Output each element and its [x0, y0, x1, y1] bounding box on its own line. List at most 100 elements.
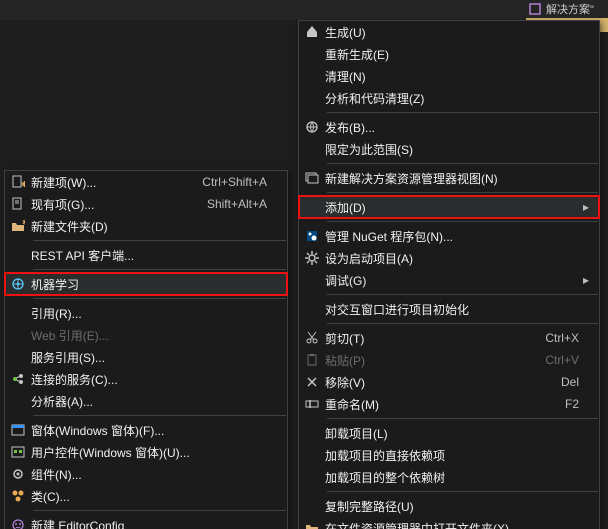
menu-item-label: 设为启动项目(A) — [325, 250, 579, 267]
menu-item-shortcut: Ctrl+Shift+A — [190, 175, 267, 189]
menu-item-label: Web 引用(E)... — [31, 327, 267, 344]
menu-item-label: 引用(R)... — [31, 305, 267, 322]
add-menu-item-10[interactable]: 窗体(Windows 窗体)(F)... — [5, 419, 287, 441]
menu-item-shortcut: Ctrl+V — [533, 353, 579, 367]
menu-item-shortcut: F2 — [553, 397, 579, 411]
context-menu-main: 生成(U) 重新生成(E) 清理(N) 分析和代码清理(Z) 发布(B)... 限定为此范… — [298, 20, 600, 529]
main-menu-item-3[interactable]: 分析和代码清理(Z) — [299, 87, 599, 109]
main-menu-item-20[interactable]: 在文件资源管理器中打开文件夹(X) — [299, 517, 599, 529]
menu-item-label: 用户控件(Windows 窗体)(U)... — [31, 444, 267, 461]
main-menu-item-6[interactable]: 新建解决方案资源管理器视图(N) — [299, 167, 599, 189]
menu-item-label: 管理 NuGet 程序包(N)... — [325, 228, 579, 245]
main-menu-item-13: 粘贴(P)Ctrl+V — [299, 349, 599, 371]
add-menu-item-14[interactable]: 新建 EditorConfig — [5, 514, 287, 529]
add-menu-item-7[interactable]: 服务引用(S)... — [5, 346, 287, 368]
menu-separator — [327, 294, 598, 295]
form-icon — [5, 423, 31, 437]
main-menu-item-16[interactable]: 卸载项目(L) — [299, 422, 599, 444]
menu-item-shortcut: Del — [549, 375, 579, 389]
menu-item-label: 机器学习 — [31, 276, 267, 293]
add-menu-item-6: Web 引用(E)... — [5, 324, 287, 346]
menu-item-label: 清理(N) — [325, 68, 579, 85]
main-menu-item-4[interactable]: 发布(B)... — [299, 116, 599, 138]
menu-item-label: 分析和代码清理(Z) — [325, 90, 579, 107]
main-menu-item-7[interactable]: 添加(D)▸ — [299, 196, 599, 218]
main-menu-item-15[interactable]: 重命名(M)F2 — [299, 393, 599, 415]
menu-item-label: 粘贴(P) — [325, 352, 533, 369]
main-menu-item-19[interactable]: 复制完整路径(U) — [299, 495, 599, 517]
menu-separator — [327, 418, 598, 419]
menu-item-label: 移除(V) — [325, 374, 549, 391]
main-menu-item-9[interactable]: 设为启动项目(A) — [299, 247, 599, 269]
menu-item-label: 调试(G) — [325, 272, 579, 289]
ml-icon — [5, 277, 31, 291]
menu-separator — [33, 415, 286, 416]
delete-icon — [299, 375, 325, 389]
menu-item-label: 生成(U) — [325, 24, 579, 41]
paste-icon — [299, 353, 325, 367]
add-menu-item-1[interactable]: 现有项(G)...Shift+Alt+A — [5, 193, 287, 215]
menu-separator — [327, 112, 598, 113]
menu-item-label: 类(C)... — [31, 488, 267, 505]
main-menu-item-14[interactable]: 移除(V)Del — [299, 371, 599, 393]
add-menu-item-3[interactable]: REST API 客户端... — [5, 244, 287, 266]
publish-icon — [299, 120, 325, 134]
main-menu-item-1[interactable]: 重新生成(E) — [299, 43, 599, 65]
menu-item-label: 分析器(A)... — [31, 393, 267, 410]
menu-item-label: 添加(D) — [325, 199, 579, 216]
menu-item-label: 新建 EditorConfig — [31, 517, 267, 529]
submenu-arrow-icon: ▸ — [579, 273, 593, 287]
class-icon — [5, 489, 31, 503]
add-menu-item-2[interactable]: ✱新建文件夹(D) — [5, 215, 287, 237]
menu-separator — [33, 298, 286, 299]
main-menu-item-2[interactable]: 清理(N) — [299, 65, 599, 87]
solution-icon — [528, 2, 542, 16]
existitem-icon — [5, 197, 31, 211]
main-menu-item-8[interactable]: 管理 NuGet 程序包(N)... — [299, 225, 599, 247]
nuget-icon — [299, 229, 325, 243]
main-menu-item-17[interactable]: 加载项目的直接依赖项 — [299, 444, 599, 466]
add-menu-item-11[interactable]: 用户控件(Windows 窗体)(U)... — [5, 441, 287, 463]
menu-item-label: 现有项(G)... — [31, 196, 195, 213]
add-menu-item-12[interactable]: 组件(N)... — [5, 463, 287, 485]
menu-item-label: 新建项(W)... — [31, 174, 190, 191]
menu-item-label: 服务引用(S)... — [31, 349, 267, 366]
menu-separator — [327, 221, 598, 222]
gear-icon — [299, 251, 325, 265]
connected-icon — [5, 372, 31, 386]
menu-item-label: REST API 客户端... — [31, 247, 267, 264]
add-menu-item-4[interactable]: 机器学习 — [5, 273, 287, 295]
solution-label: 解决方案" — [546, 1, 594, 17]
svg-text:✱: ✱ — [21, 180, 25, 189]
menu-item-shortcut: Shift+Alt+A — [195, 197, 267, 211]
submenu-arrow-icon: ▸ — [579, 200, 593, 214]
main-menu-item-18[interactable]: 加载项目的整个依赖树 — [299, 466, 599, 488]
component-icon — [5, 467, 31, 481]
usercontrol-icon — [5, 445, 31, 459]
menu-item-label: 加载项目的整个依赖树 — [325, 469, 579, 486]
menu-item-label: 在文件资源管理器中打开文件夹(X) — [325, 520, 579, 529]
menu-item-label: 连接的服务(C)... — [31, 371, 267, 388]
add-menu-item-8[interactable]: 连接的服务(C)... — [5, 368, 287, 390]
newitem-icon: ✱ — [5, 175, 31, 189]
menu-separator — [33, 240, 286, 241]
menu-separator — [33, 510, 286, 511]
menu-item-label: 加载项目的直接依赖项 — [325, 447, 579, 464]
main-menu-item-11[interactable]: 对交互窗口进行项目初始化 — [299, 298, 599, 320]
menu-separator — [327, 491, 598, 492]
add-menu-item-13[interactable]: 类(C)... — [5, 485, 287, 507]
main-menu-item-5[interactable]: 限定为此范围(S) — [299, 138, 599, 160]
main-menu-item-0[interactable]: 生成(U) — [299, 21, 599, 43]
add-menu-item-9[interactable]: 分析器(A)... — [5, 390, 287, 412]
menu-item-label: 组件(N)... — [31, 466, 267, 483]
menu-separator — [33, 269, 286, 270]
add-menu-item-5[interactable]: 引用(R)... — [5, 302, 287, 324]
main-menu-item-10[interactable]: 调试(G)▸ — [299, 269, 599, 291]
main-menu-item-12[interactable]: 剪切(T)Ctrl+X — [299, 327, 599, 349]
add-menu-item-0[interactable]: ✱ 新建项(W)...Ctrl+Shift+A — [5, 171, 287, 193]
menu-item-label: 限定为此范围(S) — [325, 141, 579, 158]
context-menu-add: ✱ 新建项(W)...Ctrl+Shift+A 现有项(G)...Shift+Alt… — [4, 170, 288, 529]
menu-item-label: 卸载项目(L) — [325, 425, 579, 442]
folder-icon — [299, 521, 325, 529]
menu-item-label: 新建解决方案资源管理器视图(N) — [325, 170, 579, 187]
